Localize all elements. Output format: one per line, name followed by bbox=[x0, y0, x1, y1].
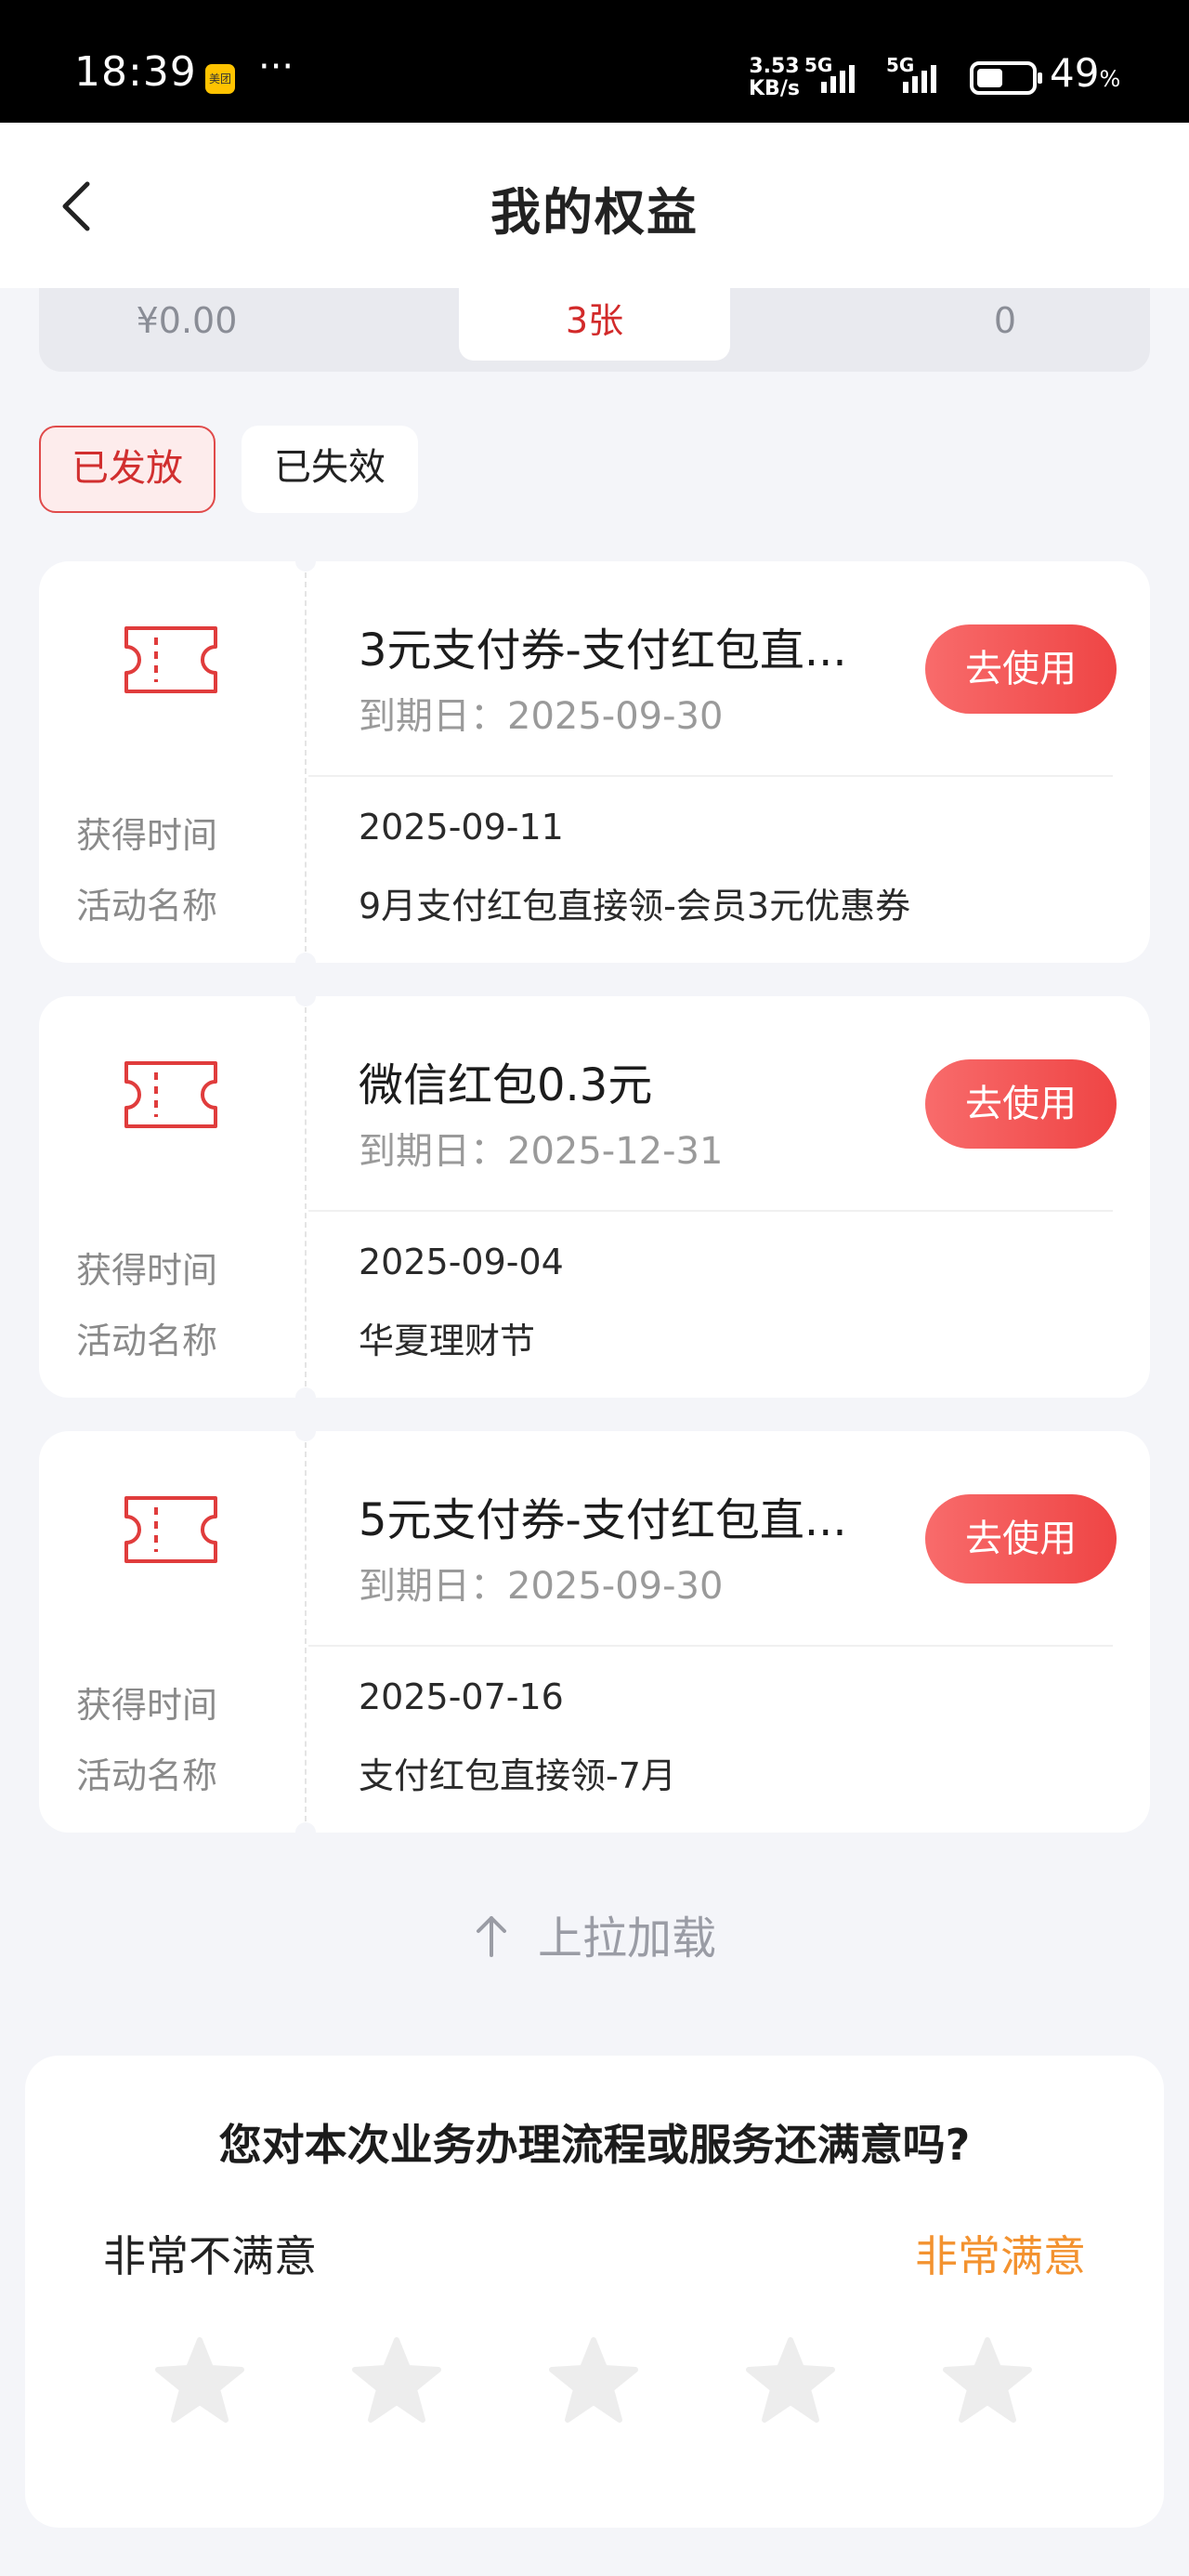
card-divider bbox=[308, 1645, 1113, 1647]
survey-low-label: 非常不满意 bbox=[103, 2231, 317, 2281]
status-bar: 18:39 美团 ··· 3.53 KB/s 5G 5G 49% bbox=[0, 0, 1189, 123]
received-time-value: 2025-09-04 bbox=[359, 1242, 564, 1282]
summary-bar: ¥0.00 3张 0 bbox=[39, 288, 1150, 372]
status-time: 18:39 bbox=[74, 48, 197, 96]
coupon-card: 微信红包0.3元 到期日：2025-12-31 去使用 获得时间 2025-09… bbox=[39, 986, 1150, 1408]
signal-icon-2 bbox=[903, 61, 936, 93]
card-notch bbox=[295, 551, 316, 572]
coupon-title: 5元支付券-支付红包直... bbox=[359, 1494, 847, 1546]
star-icon bbox=[746, 2337, 835, 2423]
received-time-label: 获得时间 bbox=[76, 815, 218, 856]
card-divider bbox=[305, 572, 307, 952]
meituan-app-icon: 美团 bbox=[205, 64, 235, 94]
received-time-label: 获得时间 bbox=[76, 1250, 218, 1291]
activity-name-label: 活动名称 bbox=[76, 886, 218, 927]
battery-fill bbox=[977, 69, 1002, 87]
nav-header: 我的权益 bbox=[0, 123, 1189, 288]
rating-star-1[interactable] bbox=[153, 2336, 246, 2425]
activity-name-value: 华夏理财节 bbox=[359, 1321, 536, 1361]
pull-up-load: 上拉加载 bbox=[0, 1901, 1189, 1966]
battery-icon bbox=[970, 61, 1042, 95]
card-notch bbox=[295, 1822, 316, 1843]
coupon-title: 3元支付券-支付红包直... bbox=[359, 624, 847, 677]
activity-name-value: 9月支付红包直接领-会员3元优惠券 bbox=[359, 886, 911, 927]
ticket-icon bbox=[124, 626, 217, 693]
rating-star-4[interactable] bbox=[744, 2336, 837, 2425]
card-notch bbox=[295, 986, 316, 1006]
card-divider bbox=[305, 1442, 307, 1821]
filter-expired[interactable]: 已失效 bbox=[242, 426, 418, 513]
ticket-icon bbox=[124, 1496, 217, 1563]
satisfaction-survey: 您对本次业务办理流程或服务还满意吗? 非常不满意 非常满意 bbox=[25, 2056, 1164, 2528]
coupon-expiry: 到期日：2025-09-30 bbox=[359, 1565, 724, 1608]
star-icon bbox=[352, 2337, 441, 2423]
battery-percent: 49% bbox=[1050, 50, 1121, 96]
filter-issued[interactable]: 已发放 bbox=[39, 426, 216, 513]
card-divider bbox=[308, 1210, 1113, 1212]
survey-high-label: 非常满意 bbox=[915, 2231, 1086, 2281]
received-time-value: 2025-09-11 bbox=[359, 807, 564, 848]
star-icon bbox=[549, 2337, 638, 2423]
star-icon bbox=[943, 2337, 1032, 2423]
ticket-icon bbox=[124, 1061, 217, 1128]
coupon-card: 3元支付券-支付红包直... 到期日：2025-09-30 去使用 获得时间 2… bbox=[39, 551, 1150, 973]
coupon-card: 5元支付券-支付红包直... 到期日：2025-09-30 去使用 获得时间 2… bbox=[39, 1421, 1150, 1843]
activity-name-label: 活动名称 bbox=[76, 1755, 218, 1796]
card-divider bbox=[305, 1007, 307, 1387]
coupon-title: 微信红包0.3元 bbox=[359, 1059, 653, 1111]
summary-other[interactable]: 0 bbox=[894, 288, 1117, 361]
use-coupon-button[interactable]: 去使用 bbox=[925, 624, 1117, 714]
page-title: 我的权益 bbox=[490, 183, 699, 242]
received-time-label: 获得时间 bbox=[76, 1685, 218, 1726]
activity-name-value: 支付红包直接领-7月 bbox=[359, 1755, 676, 1796]
rating-star-3[interactable] bbox=[547, 2336, 640, 2425]
summary-balance[interactable]: ¥0.00 bbox=[39, 288, 334, 361]
card-divider bbox=[308, 775, 1113, 777]
network-speed: 3.53 KB/s bbox=[749, 55, 800, 100]
rating-star-5[interactable] bbox=[941, 2336, 1034, 2425]
use-coupon-button[interactable]: 去使用 bbox=[925, 1494, 1117, 1584]
arrow-up-icon bbox=[473, 1912, 510, 1965]
coupon-expiry: 到期日：2025-09-30 bbox=[359, 695, 724, 738]
load-more-label: 上拉加载 bbox=[537, 1912, 716, 1965]
card-notch bbox=[295, 1387, 316, 1408]
coupon-expiry: 到期日：2025-12-31 bbox=[359, 1130, 724, 1173]
summary-coupon-count[interactable]: 3张 bbox=[459, 288, 730, 361]
card-notch bbox=[295, 953, 316, 973]
rating-star-2[interactable] bbox=[350, 2336, 443, 2425]
card-notch bbox=[295, 1421, 316, 1441]
signal-icon bbox=[821, 61, 855, 93]
use-coupon-button[interactable]: 去使用 bbox=[925, 1059, 1117, 1149]
more-notifications-icon: ··· bbox=[258, 46, 294, 88]
star-icon bbox=[155, 2337, 244, 2423]
received-time-value: 2025-07-16 bbox=[359, 1676, 564, 1717]
activity-name-label: 活动名称 bbox=[76, 1321, 218, 1361]
survey-question: 您对本次业务办理流程或服务还满意吗? bbox=[218, 2120, 971, 2170]
